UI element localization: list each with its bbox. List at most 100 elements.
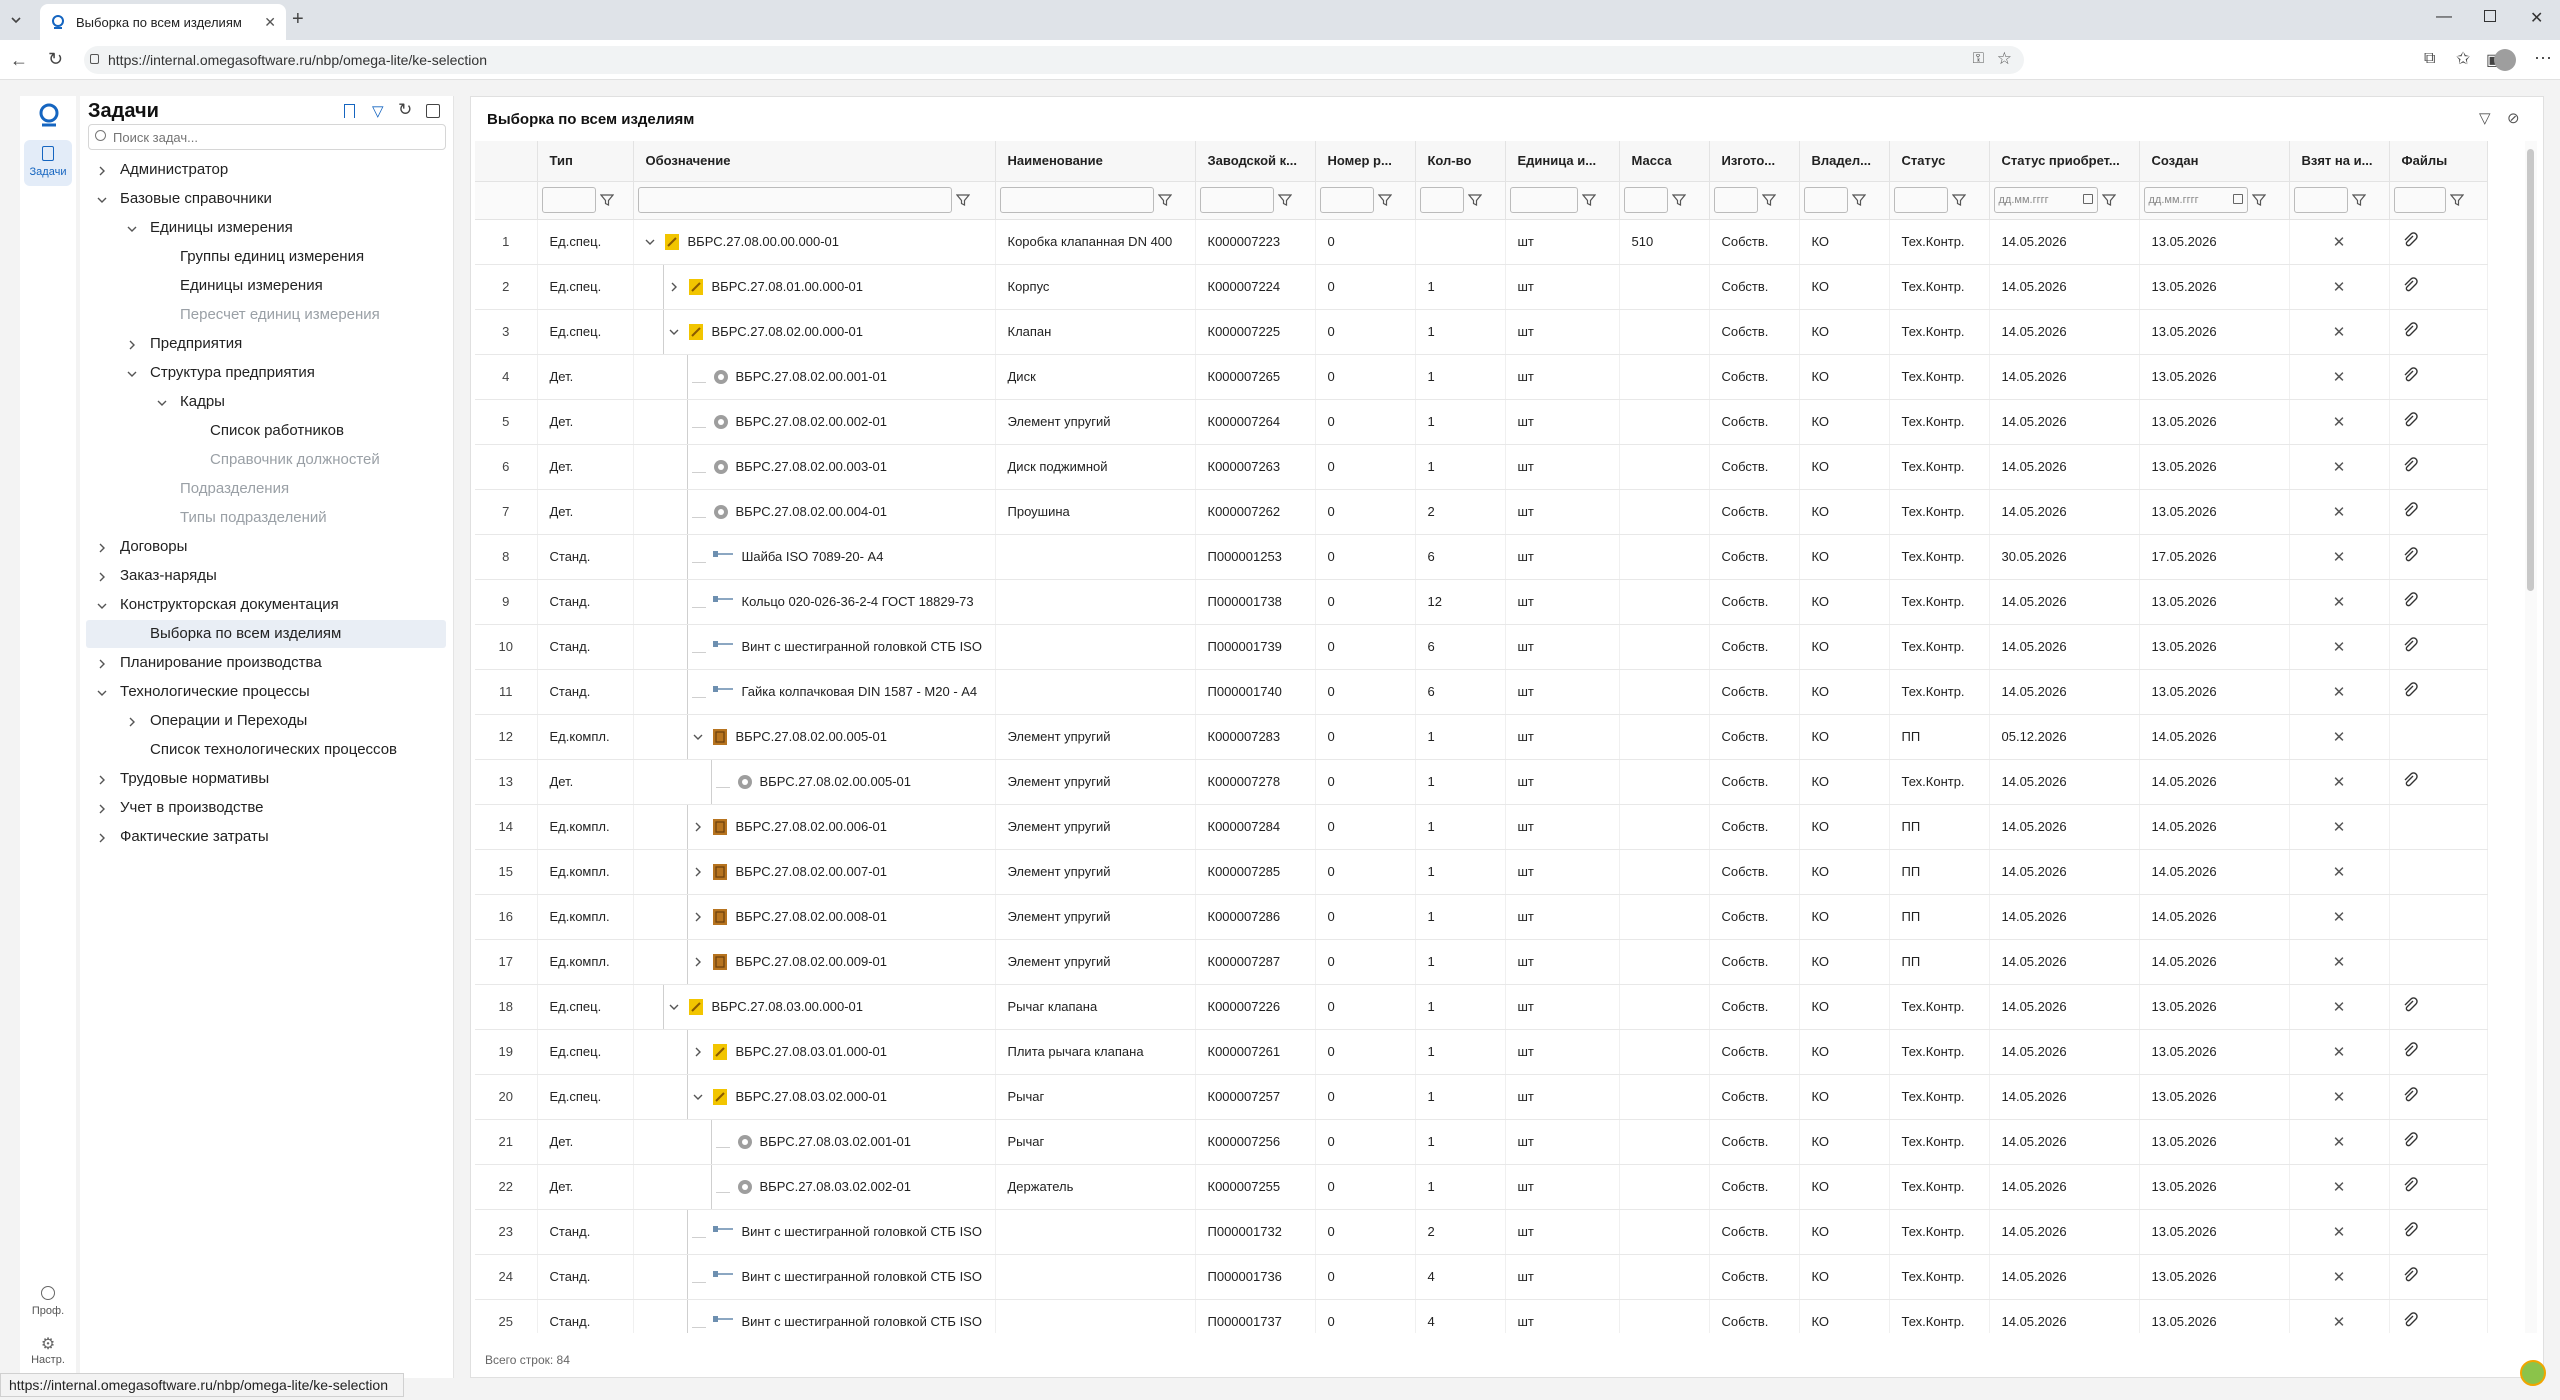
- column-header[interactable]: [475, 141, 538, 182]
- tab-list-icon[interactable]: [8, 12, 24, 28]
- close-icon[interactable]: ✕: [2333, 234, 2346, 251]
- profile-avatar[interactable]: [2494, 49, 2516, 71]
- calendar-icon[interactable]: [2082, 194, 2093, 204]
- filter-icon[interactable]: [2449, 193, 2464, 207]
- cell-files[interactable]: [2389, 894, 2488, 940]
- app-logo-icon[interactable]: [36, 102, 62, 128]
- rail-settings-button[interactable]: ⚙ Настр.: [24, 1334, 72, 1376]
- cell-taken[interactable]: ✕: [2289, 669, 2390, 715]
- cell-taken[interactable]: ✕: [2289, 984, 2390, 1030]
- attachment-icon[interactable]: [2402, 682, 2418, 701]
- attachment-icon[interactable]: [2402, 1132, 2418, 1151]
- column-header[interactable]: Номер р...: [1315, 141, 1416, 182]
- close-icon[interactable]: ✕: [2333, 864, 2346, 881]
- sidebar-item[interactable]: Предприятия: [80, 330, 446, 358]
- filter-input[interactable]: [2293, 187, 2348, 213]
- close-icon[interactable]: ✕: [2333, 819, 2346, 836]
- sidebar-item[interactable]: Единицы измерения: [80, 272, 446, 300]
- column-header[interactable]: Наименование: [995, 141, 1196, 182]
- cell-files[interactable]: [2389, 219, 2488, 265]
- column-header[interactable]: Единица и...: [1505, 141, 1620, 182]
- table-row[interactable]: 14 Ед.компл. ВБРС.27.08.02.00.006-01 Элемен…: [475, 804, 2488, 850]
- back-icon[interactable]: ←: [10, 50, 28, 71]
- column-header[interactable]: Взят на и...: [2289, 141, 2390, 182]
- attachment-icon[interactable]: [2402, 1042, 2418, 1061]
- sidebar-item[interactable]: Администратор: [80, 156, 446, 184]
- cell-taken[interactable]: ✕: [2289, 444, 2390, 490]
- cell-taken[interactable]: ✕: [2289, 759, 2390, 805]
- attachment-icon[interactable]: [2402, 1267, 2418, 1286]
- chevron-down-icon[interactable]: [96, 686, 108, 698]
- filter-icon[interactable]: [1851, 193, 1866, 207]
- column-header[interactable]: Изгото...: [1709, 141, 1800, 182]
- attachment-icon[interactable]: [2402, 277, 2418, 296]
- sidebar-item[interactable]: Фактические затраты: [80, 823, 446, 851]
- attachment-icon[interactable]: [2402, 547, 2418, 566]
- cell-files[interactable]: [2389, 939, 2488, 985]
- table-row[interactable]: 11 Станд. Гайка колпачковая DIN 1587 - M20…: [475, 669, 2488, 715]
- attachment-icon[interactable]: [2402, 502, 2418, 521]
- sidebar-item[interactable]: Список работников: [80, 417, 446, 445]
- filter-icon[interactable]: [2351, 193, 2366, 207]
- cell-files[interactable]: [2389, 1119, 2488, 1165]
- chevron-right-icon[interactable]: [126, 715, 138, 727]
- filter-input[interactable]: дд.мм.гггг: [2143, 187, 2248, 213]
- maximize-icon[interactable]: [2484, 10, 2496, 22]
- cell-files[interactable]: [2389, 1164, 2488, 1210]
- url-field[interactable]: https://internal.omegasoftware.ru/nbp/om…: [84, 46, 2024, 74]
- chevron-down-icon[interactable]: [156, 396, 168, 408]
- table-row[interactable]: 3 Ед.спец. ВБРС.27.08.02.00.000-01 Клапан К0…: [475, 309, 2488, 355]
- table-row[interactable]: 4 Дет. ВБРС.27.08.02.00.001-01 Диск К0000072…: [475, 354, 2488, 400]
- close-icon[interactable]: ✕: [2333, 1134, 2346, 1151]
- chevron-right-icon[interactable]: [96, 802, 108, 814]
- filter-input[interactable]: [541, 187, 596, 213]
- cell-taken[interactable]: ✕: [2289, 714, 2390, 760]
- close-icon[interactable]: ✕: [2333, 369, 2346, 386]
- column-header[interactable]: Тип: [537, 141, 634, 182]
- close-icon[interactable]: ✕: [2333, 324, 2346, 341]
- filter-input[interactable]: [637, 187, 952, 213]
- table-row[interactable]: 10 Станд. Винт с шестигранной головкой СТБ…: [475, 624, 2488, 670]
- table-row[interactable]: 16 Ед.компл. ВБРС.27.08.02.00.008-01 Элемен…: [475, 894, 2488, 940]
- filter-input[interactable]: [1893, 187, 1948, 213]
- cell-files[interactable]: [2389, 1029, 2488, 1075]
- column-header[interactable]: Статус приобрет...: [1989, 141, 2140, 182]
- chevron-right-icon[interactable]: [96, 164, 108, 176]
- assistant-bubble[interactable]: [2520, 1360, 2546, 1386]
- close-icon[interactable]: ✕: [2333, 639, 2346, 656]
- table-row[interactable]: 25 Станд. Винт с шестигранной головкой СТБ…: [475, 1299, 2488, 1333]
- filter-input[interactable]: [1713, 187, 1758, 213]
- chevron-right-icon[interactable]: [96, 831, 108, 843]
- cell-taken[interactable]: ✕: [2289, 1164, 2390, 1210]
- cell-taken[interactable]: ✕: [2289, 534, 2390, 580]
- cell-taken[interactable]: ✕: [2289, 579, 2390, 625]
- column-header[interactable]: Масса: [1619, 141, 1710, 182]
- close-icon[interactable]: ✕: [2333, 549, 2346, 566]
- attachment-icon[interactable]: [2402, 457, 2418, 476]
- cell-files[interactable]: [2389, 1299, 2488, 1333]
- close-icon[interactable]: ✕: [2333, 1089, 2346, 1106]
- attachment-icon[interactable]: [2402, 997, 2418, 1016]
- filter-input[interactable]: [1623, 187, 1668, 213]
- cell-files[interactable]: [2389, 579, 2488, 625]
- attachment-icon[interactable]: [2402, 1087, 2418, 1106]
- cell-taken[interactable]: ✕: [2289, 1209, 2390, 1255]
- table-row[interactable]: 5 Дет. ВБРС.27.08.02.00.002-01 Элемент упру…: [475, 399, 2488, 445]
- favorites-icon[interactable]: ✩: [2456, 49, 2470, 69]
- sidebar-item[interactable]: Выборка по всем изделиям: [86, 620, 446, 648]
- attachment-icon[interactable]: [2402, 1177, 2418, 1196]
- table-row[interactable]: 13 Дет. ВБРС.27.08.02.00.005-01 Элемент упр…: [475, 759, 2488, 805]
- chevron-down-icon[interactable]: [692, 731, 706, 743]
- filter-input[interactable]: [1419, 187, 1464, 213]
- attachment-icon[interactable]: [2402, 637, 2418, 656]
- browser-tab[interactable]: Выборка по всем изделиям ✕: [40, 4, 286, 40]
- cell-files[interactable]: [2389, 759, 2488, 805]
- cell-taken[interactable]: ✕: [2289, 894, 2390, 940]
- close-icon[interactable]: ✕: [2333, 1044, 2346, 1061]
- cell-taken[interactable]: ✕: [2289, 489, 2390, 535]
- cell-files[interactable]: [2389, 714, 2488, 760]
- filter-icon[interactable]: [955, 193, 970, 207]
- cell-taken[interactable]: ✕: [2289, 1029, 2390, 1075]
- cell-files[interactable]: [2389, 1074, 2488, 1120]
- chevron-down-icon[interactable]: [126, 222, 138, 234]
